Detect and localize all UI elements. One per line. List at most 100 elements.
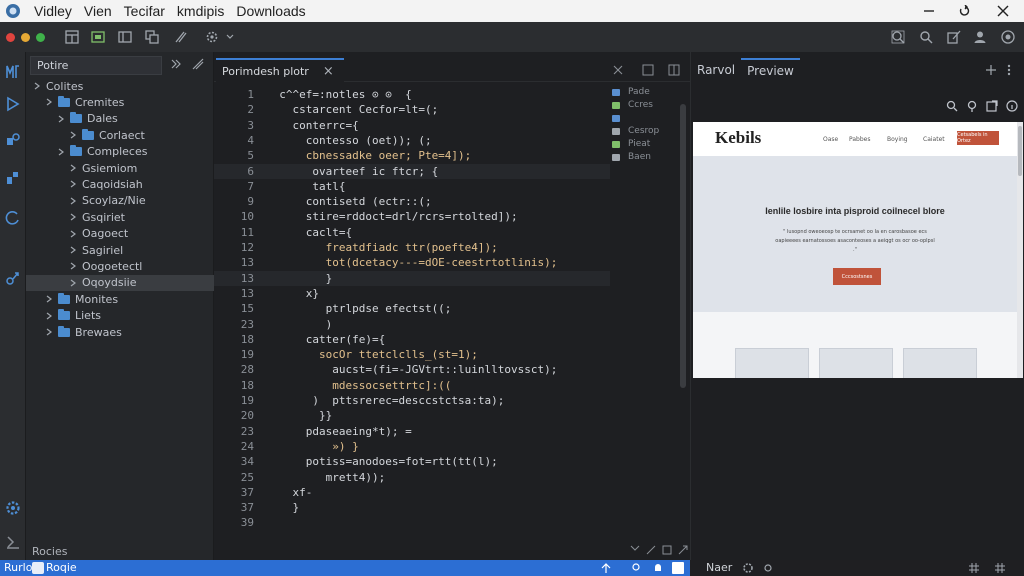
code-line[interactable]: stire=rddoct=drl/rcrs=rtolted]); (266, 210, 518, 223)
menu-item[interactable]: kmdipis (171, 3, 230, 19)
gear-icon[interactable] (742, 562, 754, 574)
git-icon[interactable] (1, 266, 25, 290)
chevron-right-icon[interactable] (44, 311, 54, 321)
editor-scrollbar[interactable] (680, 104, 686, 388)
code-line[interactable]: c^^ef=:notles ⊙ ⊙ { (266, 88, 411, 101)
account-icon[interactable] (968, 25, 992, 49)
tree-item[interactable]: Compleces (26, 144, 214, 160)
code-line[interactable]: ptrlpdse efectst((; (266, 302, 452, 315)
split-editor-icon[interactable] (113, 25, 137, 49)
hero-button[interactable]: Cccsostsnes (833, 268, 881, 285)
wrap-icon[interactable] (646, 544, 656, 558)
code-line[interactable]: x} (266, 287, 319, 300)
code-line[interactable]: mdessocsettrtc]:(( (266, 379, 451, 392)
tree-item[interactable]: Dales (26, 111, 214, 127)
menu-item[interactable]: Tecifar (118, 3, 171, 19)
chevron-right-icon[interactable] (44, 294, 54, 304)
fold-icon[interactable] (630, 544, 640, 558)
search-icon[interactable] (946, 100, 958, 115)
code-line[interactable]: ) (266, 318, 333, 331)
site-nav-link[interactable]: Oase (823, 136, 838, 143)
sync-status-icon[interactable] (600, 562, 612, 574)
tree-item[interactable]: Sagiriel (26, 242, 214, 258)
feature-card[interactable] (735, 348, 809, 378)
chevron-right-icon[interactable] (32, 81, 42, 91)
chevron-right-icon[interactable] (68, 179, 78, 189)
refresh-icon[interactable] (1, 206, 25, 230)
code-line[interactable]: pdaseaeing*t); = (266, 425, 412, 438)
tab-preview[interactable]: Preview (741, 58, 800, 82)
status-item[interactable]: Rurlo (4, 561, 32, 574)
edit-document-icon[interactable] (942, 25, 966, 49)
code-line[interactable]: tot(dcetacy---=dOE-ceestrtotlinis); (266, 256, 558, 269)
feature-card[interactable] (903, 348, 977, 378)
restore-button[interactable] (948, 0, 982, 22)
site-nav-cta-button[interactable]: Cetsabels in Ortez (957, 131, 999, 145)
menu-item[interactable]: Vidley (28, 3, 78, 19)
chevron-right-icon[interactable] (68, 261, 78, 271)
tree-item[interactable]: Gsiemiom (26, 160, 214, 176)
code-line[interactable]: aucst=(fi=-JGVtrt::luinlltovssct); (266, 363, 557, 376)
format-icon[interactable] (662, 544, 672, 558)
code-line[interactable]: potiss=anodoes=fot=rtt(tt(l); (266, 455, 498, 468)
location-pin-icon[interactable] (966, 100, 978, 115)
code-line[interactable]: tatl{ (266, 180, 345, 193)
open-external-icon[interactable] (986, 100, 998, 115)
split-preview-icon[interactable] (985, 64, 997, 76)
feature-card[interactable] (819, 348, 893, 378)
location-status-icon[interactable] (630, 562, 642, 574)
chevron-right-icon[interactable] (44, 97, 54, 107)
copy-icon[interactable] (140, 25, 164, 49)
tab-rarvol[interactable]: Rarvol (691, 58, 741, 82)
site-logo[interactable]: Kebils (715, 128, 761, 148)
minimize-button[interactable] (912, 0, 946, 22)
chevron-right-icon[interactable] (68, 163, 78, 173)
debug-icon[interactable] (1, 128, 25, 152)
chevron-right-icon[interactable] (68, 212, 78, 222)
tree-item[interactable]: Corlaect (26, 127, 214, 143)
minimap-entry[interactable]: Pade (610, 86, 680, 99)
layout-grid-icon[interactable] (60, 25, 84, 49)
status-box-icon[interactable] (32, 562, 44, 574)
zoom-icon[interactable] (886, 25, 910, 49)
explorer-icon[interactable] (1, 60, 25, 84)
code-line[interactable]: ovarteef ic ftcr; { (266, 165, 438, 178)
search-icon[interactable] (914, 25, 938, 49)
new-file-icon[interactable] (86, 25, 110, 49)
editor-tab[interactable]: Porimdesh plotr × (216, 58, 344, 82)
chevron-right-icon[interactable] (68, 130, 78, 140)
site-nav-link[interactable]: Caiatet (923, 136, 945, 143)
chevron-right-icon[interactable] (44, 327, 54, 337)
minimap-entry[interactable]: Pieat (610, 138, 680, 151)
chevron-right-icon[interactable] (56, 114, 66, 124)
code-line[interactable]: contisetd (ectr::(; (266, 195, 432, 208)
code-line[interactable]: ) pttsrerec=desccstctsa:ta); (266, 394, 504, 407)
code-line[interactable]: socOr ttetclclls_(st=1); (266, 348, 478, 361)
traffic-minimize-dot[interactable] (21, 32, 30, 42)
menu-item[interactable]: Vien (78, 3, 118, 19)
site-nav-link[interactable]: Boying (887, 136, 908, 143)
split-right-icon[interactable] (612, 64, 624, 76)
code-line[interactable]: mrett4)); (266, 471, 386, 484)
tree-item[interactable]: Caqoidsiah (26, 176, 214, 192)
tree-item[interactable]: Liets (26, 308, 214, 324)
tree-item[interactable]: Brewaes (26, 324, 214, 340)
more-actions-icon[interactable] (668, 64, 680, 76)
chevron-right-icon[interactable] (68, 245, 78, 255)
tree-item[interactable]: Colites (26, 78, 214, 94)
web-preview-viewport[interactable]: Kebils Oase Pabbes Boying Caiatet Cetsab… (693, 122, 1023, 378)
preview-scrollbar[interactable] (1017, 122, 1023, 378)
sun-icon[interactable] (762, 562, 774, 574)
code-line[interactable]: xf- (266, 486, 312, 499)
code-line[interactable]: cbnessadke oeer; Pte=4]); (266, 149, 472, 162)
code-line[interactable]: ») } (266, 440, 359, 453)
code-line[interactable]: } (266, 272, 333, 285)
traffic-close-dot[interactable] (6, 32, 15, 42)
close-window-button[interactable] (986, 0, 1020, 22)
traffic-zoom-dot[interactable] (36, 32, 45, 42)
minimap[interactable]: Pade Ccres Cesrop Pieat Baen (610, 86, 680, 182)
tree-item[interactable]: Cremites (26, 94, 214, 110)
layout-status-icon[interactable] (672, 562, 684, 574)
code-line[interactable]: conterrc={ (266, 119, 358, 132)
grid-alt-icon[interactable] (994, 562, 1006, 574)
